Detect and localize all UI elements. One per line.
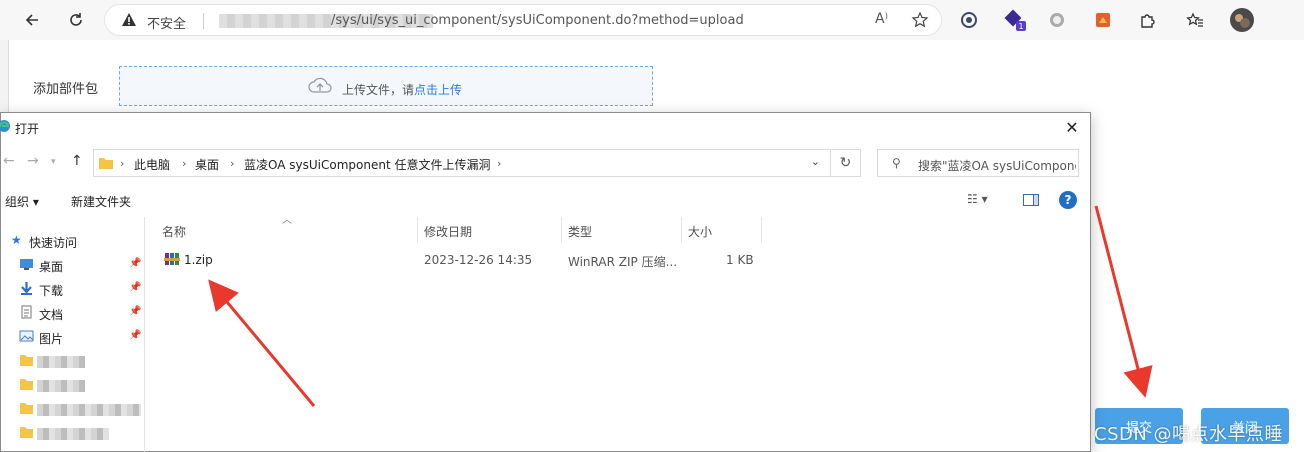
folder-icon: [19, 377, 34, 391]
dialog-toolbar: 组织 ▾ 新建文件夹 ☷ ▾ ?: [1, 189, 1090, 215]
file-list: ︿ 名称 修改日期 类型 大小 1.zip 2023-12-26 14:35 W…: [146, 215, 1090, 452]
file-open-dialog: 打开 ✕ ← → ▾ ↑ › 此电脑 › 桌面 › 蓝凌OA sysUiComp…: [0, 112, 1091, 452]
refresh-icon[interactable]: [62, 6, 90, 34]
folder-icon: [19, 353, 34, 367]
sidebar-item-quick-access[interactable]: ★ 快速访问: [1, 231, 145, 251]
upload-dropzone[interactable]: 上传文件，请点击上传: [119, 66, 653, 106]
url-text[interactable]: /sys/ui/sys_ui_component/sysUiComponent.…: [331, 13, 744, 28]
up-arrow-icon[interactable]: ↑: [71, 153, 83, 169]
sidebar-item-label: 文档: [39, 308, 64, 322]
column-header-size[interactable]: 大小: [682, 217, 762, 243]
breadcrumb-folder[interactable]: 蓝凌OA sysUiComponent 任意文件上传漏洞: [244, 156, 490, 173]
svg-text:1: 1: [1018, 22, 1023, 31]
warning-icon[interactable]: [121, 12, 137, 31]
upload-hint: 上传文件，请点击上传: [342, 81, 462, 98]
sidebar-item-redacted-folder[interactable]: [1, 399, 145, 419]
file-name[interactable]: 1.zip: [184, 253, 213, 267]
dialog-close-icon[interactable]: ✕: [1062, 117, 1082, 137]
dialog-titlebar: 打开 ✕: [0, 113, 1090, 141]
new-folder-button[interactable]: 新建文件夹: [71, 193, 131, 210]
insecure-label[interactable]: 不安全: [147, 13, 186, 32]
navigation-pane: ★ 快速访问 桌面 📌 下载 📌 文档 📌 图片 📌: [1, 217, 145, 452]
browser-toolbar: 不安全 /sys/ui/sys_ui_component/sysUiCompon…: [0, 0, 1304, 40]
attach-package-label: 添加部件包: [33, 82, 99, 97]
sidebar-item-desktop[interactable]: 桌面 📌: [1, 255, 145, 275]
sidebar-item-redacted-folder[interactable]: [1, 375, 145, 395]
sidebar-item-label: 下载: [39, 284, 64, 298]
breadcrumb-separator-icon[interactable]: ›: [120, 157, 124, 170]
file-size: 1 KB: [726, 253, 754, 267]
breadcrumb-separator-icon[interactable]: ›: [182, 157, 186, 170]
sidebar-item-redacted-folder[interactable]: [1, 351, 145, 371]
search-icon: ⚲: [892, 156, 901, 170]
pin-icon: 📌: [129, 258, 142, 269]
star-icon: ★: [11, 233, 22, 247]
file-modified: 2023-12-26 14:35: [424, 253, 533, 267]
sidebar-item-pictures[interactable]: 图片 📌: [1, 327, 145, 347]
pin-icon: 📌: [129, 330, 142, 341]
dialog-title: 打开: [15, 122, 40, 136]
upload-text: 上传文件，请: [342, 83, 415, 97]
sidebar-item-documents[interactable]: 文档 📌: [1, 303, 145, 323]
preview-pane-icon[interactable]: [1023, 194, 1039, 206]
column-header-modified[interactable]: 修改日期: [418, 217, 562, 243]
add-favorite-icon[interactable]: [911, 11, 929, 32]
file-row[interactable]: 1.zip 2023-12-26 14:35 WinRAR ZIP 压缩... …: [146, 249, 766, 271]
search-input[interactable]: ⚲ 搜索"蓝凌OA sysUiComponent 任意文件上传漏洞": [877, 149, 1079, 177]
organize-button[interactable]: 组织 ▾: [5, 193, 39, 210]
download-icon: [19, 281, 34, 295]
address-bar[interactable]: 不安全 /sys/ui/sys_ui_component/sysUiCompon…: [104, 4, 942, 36]
sidebar-item-label: 桌面: [39, 260, 64, 274]
read-aloud-icon[interactable]: A⁾: [875, 11, 888, 27]
file-type: WinRAR ZIP 压缩...: [568, 255, 678, 269]
edge-icon: [0, 119, 11, 136]
column-header-type[interactable]: 类型: [562, 217, 682, 243]
record-extension-icon[interactable]: [1046, 9, 1068, 31]
click-upload-link[interactable]: 点击上传: [414, 83, 462, 97]
redacted-label: [37, 428, 109, 440]
extension-icon[interactable]: [958, 9, 980, 31]
picture-icon: [19, 329, 34, 343]
profile-avatar[interactable]: [1230, 8, 1254, 32]
address-separator: [203, 13, 204, 29]
winrar-zip-icon: [164, 251, 180, 267]
breadcrumb-this-pc[interactable]: 此电脑: [134, 156, 170, 173]
folder-icon: [98, 156, 114, 173]
column-header-name[interactable]: 名称: [156, 217, 418, 243]
cloud-upload-icon: [308, 76, 332, 99]
pin-icon: 📌: [129, 306, 142, 317]
breadcrumb-separator-icon[interactable]: ›: [497, 157, 501, 170]
sidebar-item-redacted-folder[interactable]: [1, 423, 145, 443]
sidebar-item-label: 图片: [39, 332, 64, 346]
sidebar-item-label: 快速访问: [29, 236, 78, 250]
redacted-label: [37, 404, 141, 416]
favorites-icon[interactable]: [1184, 9, 1206, 31]
history-chevron-icon[interactable]: ▾: [51, 157, 56, 167]
orange-extension-icon[interactable]: [1092, 9, 1114, 31]
back-icon[interactable]: [18, 6, 46, 34]
folder-icon: [19, 425, 34, 439]
desktop-icon: [19, 257, 34, 271]
search-placeholder: 搜索"蓝凌OA sysUiComponent 任意文件上传漏洞": [918, 159, 1076, 173]
forward-arrow-icon[interactable]: →: [27, 153, 39, 169]
watermark: CSDN @喝点水早点睡: [1094, 424, 1284, 445]
pin-icon: 📌: [129, 282, 142, 293]
redacted-label: [37, 356, 85, 368]
document-icon: [19, 305, 34, 319]
redacted-label: [37, 380, 85, 392]
refresh-folder-icon[interactable]: ↻: [831, 149, 861, 177]
back-arrow-icon[interactable]: ←: [3, 153, 15, 169]
chevron-down-icon[interactable]: ⌄: [811, 155, 820, 168]
help-icon[interactable]: ?: [1059, 191, 1077, 209]
view-options-icon[interactable]: ☷ ▾: [967, 192, 988, 206]
extensions-puzzle-icon[interactable]: [1136, 9, 1158, 31]
breadcrumb[interactable]: › 此电脑 › 桌面 › 蓝凌OA sysUiComponent 任意文件上传漏…: [93, 149, 831, 177]
breadcrumb-desktop[interactable]: 桌面: [195, 156, 219, 173]
breadcrumb-separator-icon[interactable]: ›: [230, 157, 234, 170]
folder-icon: [19, 401, 34, 415]
sidebar-item-downloads[interactable]: 下载 📌: [1, 279, 145, 299]
extension-purple-icon[interactable]: 1: [1004, 9, 1026, 31]
dialog-nav-row: ← → ▾ ↑ › 此电脑 › 桌面 › 蓝凌OA sysUiComponent…: [1, 147, 1090, 179]
